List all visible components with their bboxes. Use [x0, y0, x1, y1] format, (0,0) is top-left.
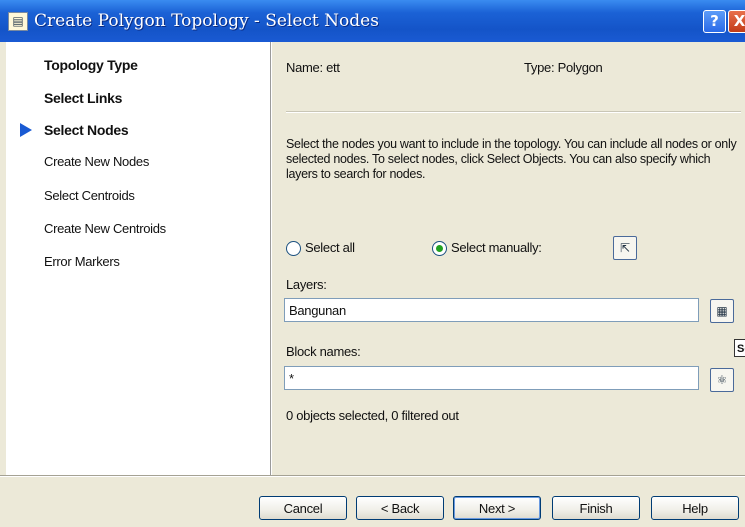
- layers-label: Layers:: [286, 277, 327, 292]
- select-all-radio[interactable]: [286, 241, 301, 256]
- step-description: Select the nodes you want to include in …: [286, 137, 737, 181]
- topology-name: Name: ett: [286, 60, 340, 75]
- step-select-links[interactable]: Select Links: [44, 90, 122, 106]
- step-topology-type[interactable]: Topology Type: [44, 57, 138, 73]
- step-error-markers[interactable]: Error Markers: [44, 254, 120, 269]
- wizard-steps-sidebar: Topology Type Select Links Select Nodes …: [6, 42, 270, 476]
- next-button[interactable]: Next >: [453, 496, 541, 520]
- select-manually-radio[interactable]: [432, 241, 447, 256]
- step-create-new-nodes[interactable]: Create New Nodes: [44, 154, 149, 169]
- current-step-arrow-icon: [20, 123, 32, 137]
- help-title-button[interactable]: ?: [703, 10, 726, 33]
- select-objects-icon[interactable]: ⇱: [613, 236, 637, 260]
- back-button[interactable]: < Back: [356, 496, 444, 520]
- map-wizard-icon: ▤: [8, 12, 28, 31]
- topology-type: Type: Polygon: [524, 60, 603, 75]
- step-select-nodes[interactable]: Select Nodes: [44, 122, 129, 138]
- select-all-label[interactable]: Select all: [305, 240, 355, 255]
- block-names-field[interactable]: *: [284, 366, 699, 390]
- step-create-new-centroids[interactable]: Create New Centroids: [44, 221, 166, 236]
- header-separator-highlight: [286, 112, 741, 113]
- step-select-centroids[interactable]: Select Centroids: [44, 188, 135, 203]
- layer-picker-icon[interactable]: ▦: [710, 299, 734, 323]
- select-manually-label[interactable]: Select manually:: [451, 240, 542, 255]
- clipped-label: Se: [734, 339, 745, 357]
- dialog-window: ▤ Create Polygon Topology - Select Nodes…: [0, 0, 745, 527]
- finish-button[interactable]: Finish: [552, 496, 640, 520]
- layers-field[interactable]: Bangunan: [284, 298, 699, 322]
- selection-status: 0 objects selected, 0 filtered out: [286, 408, 459, 423]
- block-names-label: Block names:: [286, 344, 361, 359]
- cancel-button[interactable]: Cancel: [259, 496, 347, 520]
- help-button[interactable]: Help: [651, 496, 739, 520]
- title-bar[interactable]: ▤ Create Polygon Topology - Select Nodes…: [0, 0, 745, 42]
- close-button[interactable]: X: [728, 10, 745, 33]
- window-title: Create Polygon Topology - Select Nodes: [34, 11, 379, 31]
- block-picker-icon[interactable]: ⚛: [710, 368, 734, 392]
- step-content-panel: Name: ett Type: Polygon Select the nodes…: [272, 42, 745, 476]
